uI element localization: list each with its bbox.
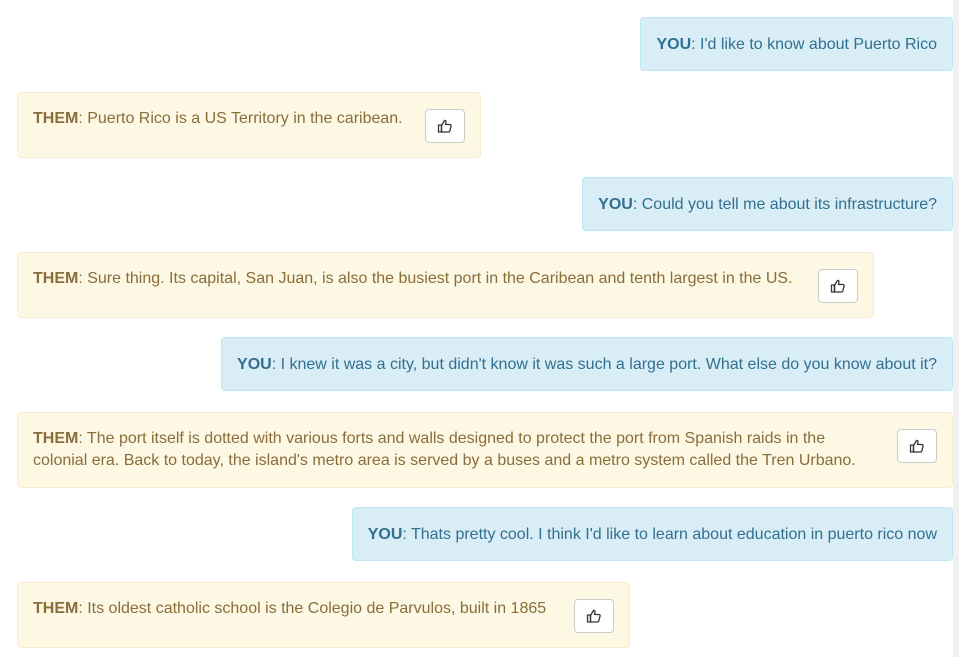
- speaker-label: THEM: [33, 430, 79, 447]
- speaker-label: THEM: [33, 270, 79, 287]
- user-message: YOU: Thats pretty cool. I think I'd like…: [351, 507, 953, 561]
- message-text: : I'd like to know about Puerto Rico: [691, 36, 937, 53]
- speaker-label: YOU: [656, 36, 692, 53]
- message-text: : Sure thing. Its capital, San Juan, is …: [78, 270, 793, 287]
- bot-message: THEM: Its oldest catholic school is the …: [17, 582, 630, 648]
- thumbs-up-icon: [586, 609, 601, 623]
- speaker-label: YOU: [367, 526, 403, 543]
- message-text: : Could you tell me about its infrastruc…: [632, 196, 937, 213]
- message-text: : The port itself is dotted with various…: [33, 430, 856, 469]
- message-text: : I knew it was a city, but didn't know …: [271, 356, 937, 373]
- message-text: : Thats pretty cool. I think I'd like to…: [402, 526, 937, 543]
- bot-message: THEM: The port itself is dotted with var…: [17, 412, 953, 488]
- chat-transcript: YOU: I'd like to know about Puerto Rico …: [0, 0, 959, 657]
- bot-message: THEM: Sure thing. Its capital, San Juan,…: [17, 252, 874, 318]
- speaker-label: THEM: [33, 600, 79, 617]
- scrollbar-track[interactable]: [953, 0, 959, 657]
- user-message: YOU: Could you tell me about its infrast…: [582, 177, 953, 231]
- thumbs-up-icon: [909, 439, 924, 453]
- thumbs-up-icon: [437, 119, 452, 133]
- message-text: : Its oldest catholic school is the Cole…: [78, 600, 547, 617]
- speaker-label: YOU: [237, 356, 272, 373]
- like-button[interactable]: [425, 109, 465, 143]
- like-button[interactable]: [897, 429, 937, 463]
- speaker-label: THEM: [33, 110, 79, 127]
- speaker-label: YOU: [598, 196, 633, 213]
- message-text: : Puerto Rico is a US Territory in the c…: [78, 110, 403, 127]
- like-button[interactable]: [574, 599, 614, 633]
- thumbs-up-icon: [830, 279, 845, 293]
- user-message: YOU: I knew it was a city, but didn't kn…: [221, 337, 953, 391]
- user-message: YOU: I'd like to know about Puerto Rico: [640, 17, 953, 71]
- bot-message: THEM: Puerto Rico is a US Territory in t…: [17, 92, 481, 158]
- like-button[interactable]: [818, 269, 858, 303]
